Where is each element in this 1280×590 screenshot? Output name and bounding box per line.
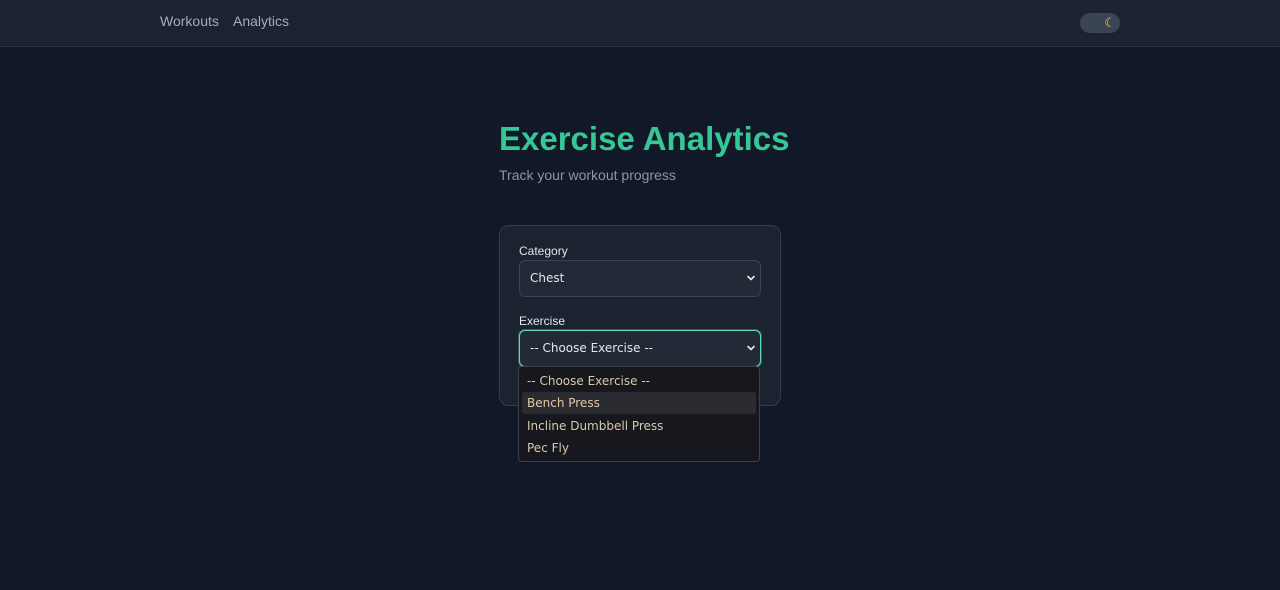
moon-icon: ☾	[1104, 15, 1116, 30]
exercise-option[interactable]: Pec Fly	[522, 437, 756, 459]
exercise-option[interactable]: Incline Dumbbell Press	[522, 415, 756, 437]
category-select-value: Chest	[530, 271, 565, 285]
exercise-dropdown-list: -- Choose Exercise -- Bench Press Inclin…	[518, 366, 760, 462]
exercise-option-highlighted[interactable]: Bench Press	[522, 392, 756, 414]
page-subtitle: Track your workout progress	[499, 167, 676, 183]
nav-link-workouts[interactable]: Workouts	[160, 13, 219, 29]
category-select[interactable]: Chest	[519, 260, 761, 297]
theme-toggle[interactable]: ☾	[1080, 13, 1120, 33]
exercise-select[interactable]: -- Choose Exercise --	[519, 330, 761, 367]
exercise-select-value: -- Choose Exercise --	[530, 341, 653, 355]
chevron-down-icon	[747, 275, 755, 281]
top-navbar: Workouts Analytics ☾	[0, 0, 1280, 47]
exercise-option[interactable]: -- Choose Exercise --	[522, 370, 756, 392]
chevron-down-icon	[747, 345, 755, 351]
nav-link-analytics[interactable]: Analytics	[233, 13, 289, 29]
page-title: Exercise Analytics	[499, 120, 790, 157]
exercise-label: Exercise	[519, 314, 566, 328]
category-label: Category	[519, 244, 568, 258]
